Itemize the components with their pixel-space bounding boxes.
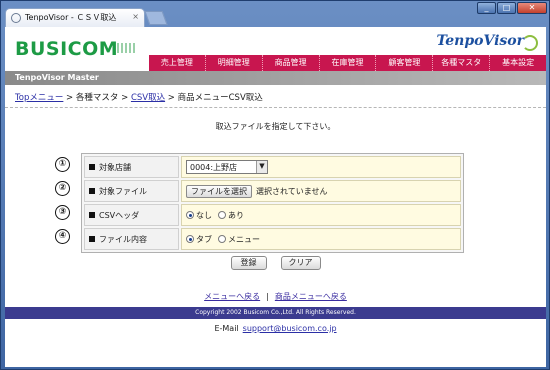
field-label: 対象ファイル [84,180,179,202]
main-nav: 売上管理 明細管理 商品管理 在庫管理 顧客管理 各種マスタ 基本設定 [149,55,546,71]
bullet-square-icon [89,212,95,218]
field-value: タブ メニュー [181,228,461,250]
breadcrumb-separator: > [165,93,178,103]
form-row-file: 対象ファイル ファイルを選択 選択されていません [84,180,461,202]
breadcrumb-separator: > [63,93,76,103]
field-value: ファイルを選択 選択されていません [181,180,461,202]
logo-decoration [117,43,137,53]
app-title-bar: TenpoVisor Master [5,71,546,85]
breadcrumb-current: 商品メニューCSV取込 [177,93,263,103]
email-label: E-Mail [214,324,239,333]
radio-empty-icon[interactable] [218,235,226,243]
tenpovisor-swoosh-icon [522,35,538,51]
support-email-link[interactable]: support@busicom.co.jp [243,324,337,333]
window-controls: _ □ ✕ [477,2,547,14]
radio-content-tab[interactable]: タブ [186,234,212,245]
bullet-square-icon [89,236,95,242]
marker-1: ① [55,157,70,172]
footer-links: メニューへ戻る | 商品メニューへ戻る [5,291,546,302]
page-content: BUSICOM TenpoVisor 売上管理 明細管理 商品管理 在庫管理 顧… [5,27,546,367]
product-menu-back-link[interactable]: 商品メニューへ戻る [275,292,347,301]
file-label: 対象ファイル [99,186,147,196]
breadcrumb-top-link[interactable]: Topメニュー [15,93,63,103]
busicom-logo: BUSICOM [15,38,119,60]
radio-label: あり [228,210,244,220]
store-label: 対象店舗 [99,162,131,172]
app-title: TenpoVisor Master [15,73,99,82]
choose-file-button[interactable]: ファイルを選択 [186,184,252,198]
new-tab-button[interactable] [144,11,168,25]
breadcrumb-csv-link[interactable]: CSV取込 [131,93,165,103]
nav-inventory[interactable]: 在庫管理 [318,55,376,71]
field-label: 対象店舗 [84,156,179,178]
field-label: CSVヘッダ [84,204,179,226]
clear-button[interactable]: クリア [280,256,321,270]
radio-empty-icon[interactable] [218,211,226,219]
nav-customers[interactable]: 顧客管理 [375,55,432,71]
form-actions: 登録 クリア [5,256,546,270]
instruction-text: 取込ファイルを指定して下さい。 [215,122,336,131]
radio-label: タブ [196,234,212,244]
chevron-down-icon[interactable]: ▼ [256,161,267,173]
csv-header-label: CSVヘッダ [99,210,140,220]
tab-title: TenpoVisor - ＣＳＶ取込 [25,13,117,22]
menu-back-link[interactable]: メニューへ戻る [204,292,260,301]
tab-bar: TenpoVisor - ＣＳＶ取込 × _ □ ✕ [1,1,550,27]
breadcrumb-masters: 各種マスタ [75,93,119,103]
radio-header-yes[interactable]: あり [218,210,244,221]
contact-email: E-Mail support@busicom.co.jp [5,324,546,333]
marker-4: ④ [55,229,70,244]
minimize-button[interactable]: _ [477,2,496,14]
radio-selected-icon[interactable] [186,211,194,219]
form-row-store: 対象店舗 0004:上野店 ▼ [84,156,461,178]
register-button[interactable]: 登録 [230,256,267,270]
field-value: 0004:上野店 ▼ [181,156,461,178]
breadcrumb-separator: > [118,93,131,103]
tenpovisor-logo: TenpoVisor [436,33,524,49]
store-select-value: 0004:上野店 [190,162,238,172]
divider [5,107,546,108]
radio-header-none[interactable]: なし [186,210,212,221]
browser-window: TenpoVisor - ＣＳＶ取込 × _ □ ✕ BUSICOM Tenpo… [0,0,550,370]
site-header: BUSICOM TenpoVisor 売上管理 明細管理 商品管理 在庫管理 顧… [5,27,546,71]
browser-tab[interactable]: TenpoVisor - ＣＳＶ取込 × [5,8,145,27]
nav-masters[interactable]: 各種マスタ [432,55,489,71]
store-select[interactable]: 0004:上野店 ▼ [186,160,268,174]
import-form: 対象店舗 0004:上野店 ▼ 対象ファイル ファイルを選択 選択されていません… [81,153,464,253]
bullet-square-icon [89,164,95,170]
nav-sales[interactable]: 売上管理 [149,55,205,71]
page-loading-icon [11,13,21,23]
radio-content-menu[interactable]: メニュー [218,234,260,245]
form-row-content: ファイル内容 タブ メニュー [84,228,461,250]
maximize-button[interactable]: □ [497,2,516,14]
file-content-label: ファイル内容 [99,234,147,244]
nav-details[interactable]: 明細管理 [204,55,262,71]
radio-selected-icon[interactable] [186,235,194,243]
marker-3: ③ [55,205,70,220]
close-window-button[interactable]: ✕ [517,2,547,14]
nav-products[interactable]: 商品管理 [261,55,319,71]
radio-label: なし [196,210,212,220]
field-value: なし あり [181,204,461,226]
marker-2: ② [55,181,70,196]
file-status: 選択されていません [256,186,328,196]
breadcrumb: Topメニュー > 各種マスタ > CSV取込 > 商品メニューCSV取込 [15,91,263,103]
copyright-bar: Copyright 2002 Busicom Co.,Ltd. All Righ… [5,307,546,319]
form-row-csv-header: CSVヘッダ なし あり [84,204,461,226]
bullet-square-icon [89,188,95,194]
radio-label: メニュー [228,234,260,244]
footer-separator: | [266,292,269,301]
nav-settings[interactable]: 基本設定 [489,55,546,71]
tab-close-icon[interactable]: × [132,12,139,21]
field-label: ファイル内容 [84,228,179,250]
